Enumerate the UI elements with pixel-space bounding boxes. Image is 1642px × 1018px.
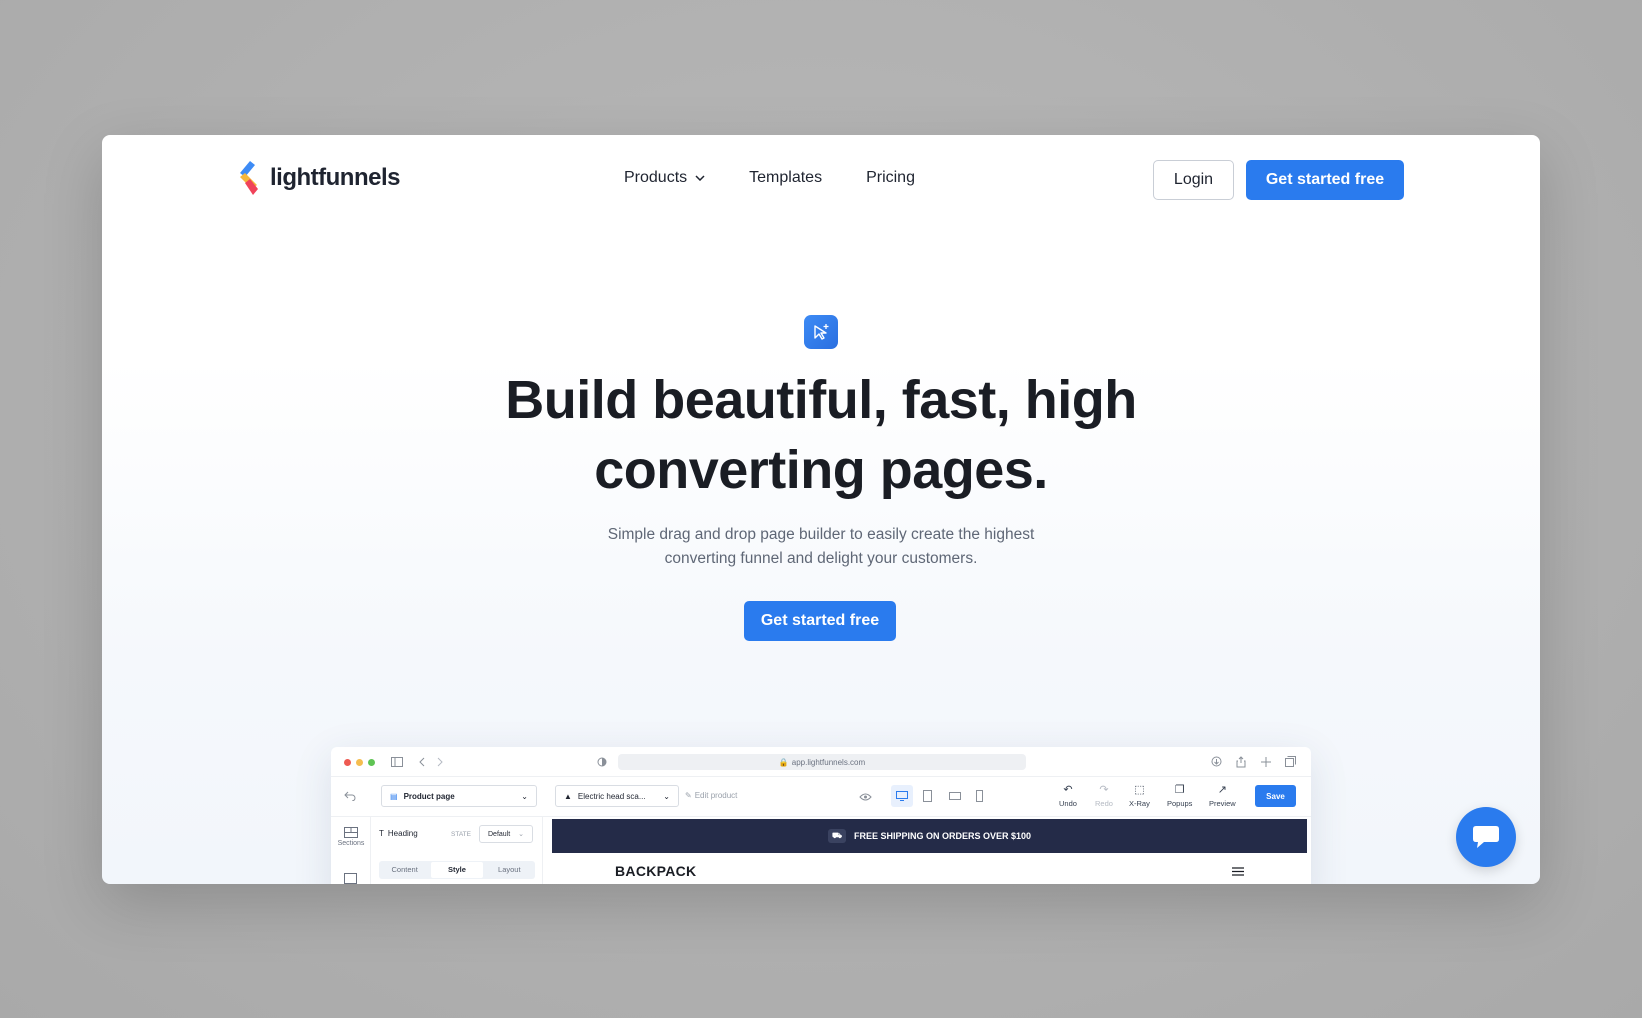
state-select[interactable]: Default ⌄ — [479, 825, 533, 843]
shipping-banner: ⛟ FREE SHIPPING ON ORDERS OVER $100 — [552, 819, 1307, 853]
panel-element-title: T Heading — [379, 829, 418, 838]
edit-product-label: Edit product — [694, 791, 738, 800]
popups-label: Popups — [1167, 799, 1193, 808]
minimize-dot-icon — [356, 759, 363, 766]
hero-title-line2: converting pages. — [594, 440, 1048, 500]
edit-product-link[interactable]: ✎ Edit product — [685, 791, 737, 800]
lock-icon: 🔒 — [778, 757, 789, 767]
hero-subtitle: Simple drag and drop page builder to eas… — [102, 523, 1540, 571]
truck-icon: ⛟ — [827, 829, 847, 843]
store-header: BACKPACK — [552, 853, 1307, 884]
external-link-icon: ↗ — [1217, 784, 1227, 796]
nav-products[interactable]: Products — [624, 169, 705, 187]
popups-icon: ❐ — [1174, 784, 1185, 796]
redo-button[interactable]: ↷ Redo — [1095, 783, 1113, 808]
share-icon — [1236, 756, 1246, 768]
sidebar-toggle-icon — [391, 757, 403, 767]
page-icon: ▤ — [390, 791, 398, 801]
logo-mark-icon — [240, 161, 258, 195]
hero-subtitle-line1: Simple drag and drop page builder to eas… — [607, 526, 1035, 543]
back-arrow-icon[interactable] — [344, 791, 356, 801]
page-select-value: Product page — [403, 791, 455, 801]
app-preview-mockup: 🔒 app.lightfunnels.com ▤ Product page ⌄ … — [331, 747, 1311, 884]
chevron-down-icon: ⌄ — [663, 791, 670, 801]
product-select[interactable]: ▲ Electric head sca... ⌄ — [555, 785, 679, 807]
redo-label: Redo — [1095, 799, 1113, 808]
undo-label: Undo — [1059, 799, 1077, 808]
chevron-down-icon: ⌄ — [521, 791, 528, 801]
hero-subtitle-line2: converting funnel and delight your custo… — [664, 550, 978, 567]
image-element-icon[interactable] — [344, 873, 357, 884]
undo-button[interactable]: ↶ Undo — [1059, 783, 1077, 808]
close-dot-icon — [344, 759, 351, 766]
eye-icon[interactable] — [859, 793, 872, 801]
mobile-icon[interactable] — [976, 790, 983, 802]
hamburger-menu-icon[interactable] — [1232, 867, 1244, 876]
panel-element-name: Heading — [387, 829, 418, 838]
popups-button[interactable]: ❐ Popups — [1167, 783, 1192, 808]
tablet-landscape-icon[interactable] — [949, 792, 961, 800]
mock-url: app.lightfunnels.com — [791, 757, 866, 767]
login-button[interactable]: Login — [1153, 160, 1234, 200]
sections-icon — [344, 827, 358, 838]
state-select-value: Default — [488, 830, 511, 838]
nav-products-label: Products — [624, 169, 688, 186]
save-button[interactable]: Save — [1255, 785, 1296, 807]
undo-icon: ↶ — [1063, 784, 1073, 796]
main-nav: Products Templates Pricing — [624, 169, 915, 187]
sections-rail-item[interactable]: Sections — [335, 827, 367, 847]
desktop-icon — [896, 791, 908, 801]
download-icon — [1211, 756, 1222, 767]
store-name: BACKPACK — [615, 863, 697, 879]
state-label: STATE — [451, 831, 471, 838]
chat-bubble-icon — [1473, 826, 1499, 848]
product-select-value: Electric head sca... — [577, 791, 646, 801]
nav-pricing[interactable]: Pricing — [866, 169, 915, 187]
hero-title: Build beautiful, fast, high converting p… — [102, 365, 1540, 505]
privacy-shield-icon — [597, 757, 607, 767]
mock-browser-bar: 🔒 app.lightfunnels.com — [331, 747, 1311, 777]
editor-toolbar: ▤ Product page ⌄ ▲ Electric head sca... … — [331, 777, 1311, 817]
properties-panel: T Heading STATE Default ⌄ Content Style … — [371, 817, 543, 884]
chevron-down-icon — [695, 175, 705, 181]
page-canvas[interactable]: ⛟ FREE SHIPPING ON ORDERS OVER $100 BACK… — [552, 819, 1307, 884]
text-type-icon: T — [379, 829, 384, 838]
maximize-dot-icon — [368, 759, 375, 766]
xray-icon: ⬚ — [1134, 784, 1145, 796]
shipping-banner-text: FREE SHIPPING ON ORDERS OVER $100 — [854, 831, 1032, 841]
redo-icon: ↷ — [1099, 784, 1109, 796]
tablet-icon[interactable] — [923, 790, 932, 802]
cursor-sparkle-icon — [804, 315, 838, 349]
forward-icon — [437, 757, 443, 767]
sections-label: Sections — [337, 840, 365, 847]
hero-get-started-button[interactable]: Get started free — [744, 601, 896, 641]
nav-get-started-button[interactable]: Get started free — [1246, 160, 1404, 200]
preview-button[interactable]: ↗ Preview — [1209, 783, 1236, 808]
panel-tabs: Content Style Layout — [379, 861, 535, 879]
browser-window: lightfunnels Products Templates Pricing … — [102, 135, 1540, 884]
edit-icon: ✎ — [685, 791, 692, 800]
editor-side-rail: Sections — [331, 817, 371, 884]
xray-button[interactable]: ⬚ X-Ray — [1129, 783, 1150, 808]
chevron-down-icon: ⌄ — [518, 831, 524, 838]
tab-style[interactable]: Style — [431, 862, 483, 878]
page-select[interactable]: ▤ Product page ⌄ — [381, 785, 537, 807]
back-icon — [419, 757, 425, 767]
tabs-overview-icon — [1285, 756, 1296, 767]
new-tab-icon — [1261, 757, 1271, 767]
chat-button[interactable] — [1456, 807, 1516, 867]
product-thumbnail-icon: ▲ — [564, 791, 572, 801]
brand-logo[interactable]: lightfunnels — [236, 159, 400, 197]
preview-label: Preview — [1209, 799, 1236, 808]
mock-url-bar: 🔒 app.lightfunnels.com — [618, 754, 1026, 770]
tab-content[interactable]: Content — [379, 861, 430, 879]
nav-templates[interactable]: Templates — [749, 169, 822, 187]
xray-label: X-Ray — [1129, 799, 1150, 808]
tab-layout[interactable]: Layout — [484, 861, 535, 879]
brand-name: lightfunnels — [270, 164, 400, 191]
desktop-view-button[interactable] — [891, 785, 913, 807]
hero-title-line1: Build beautiful, fast, high — [505, 370, 1137, 430]
